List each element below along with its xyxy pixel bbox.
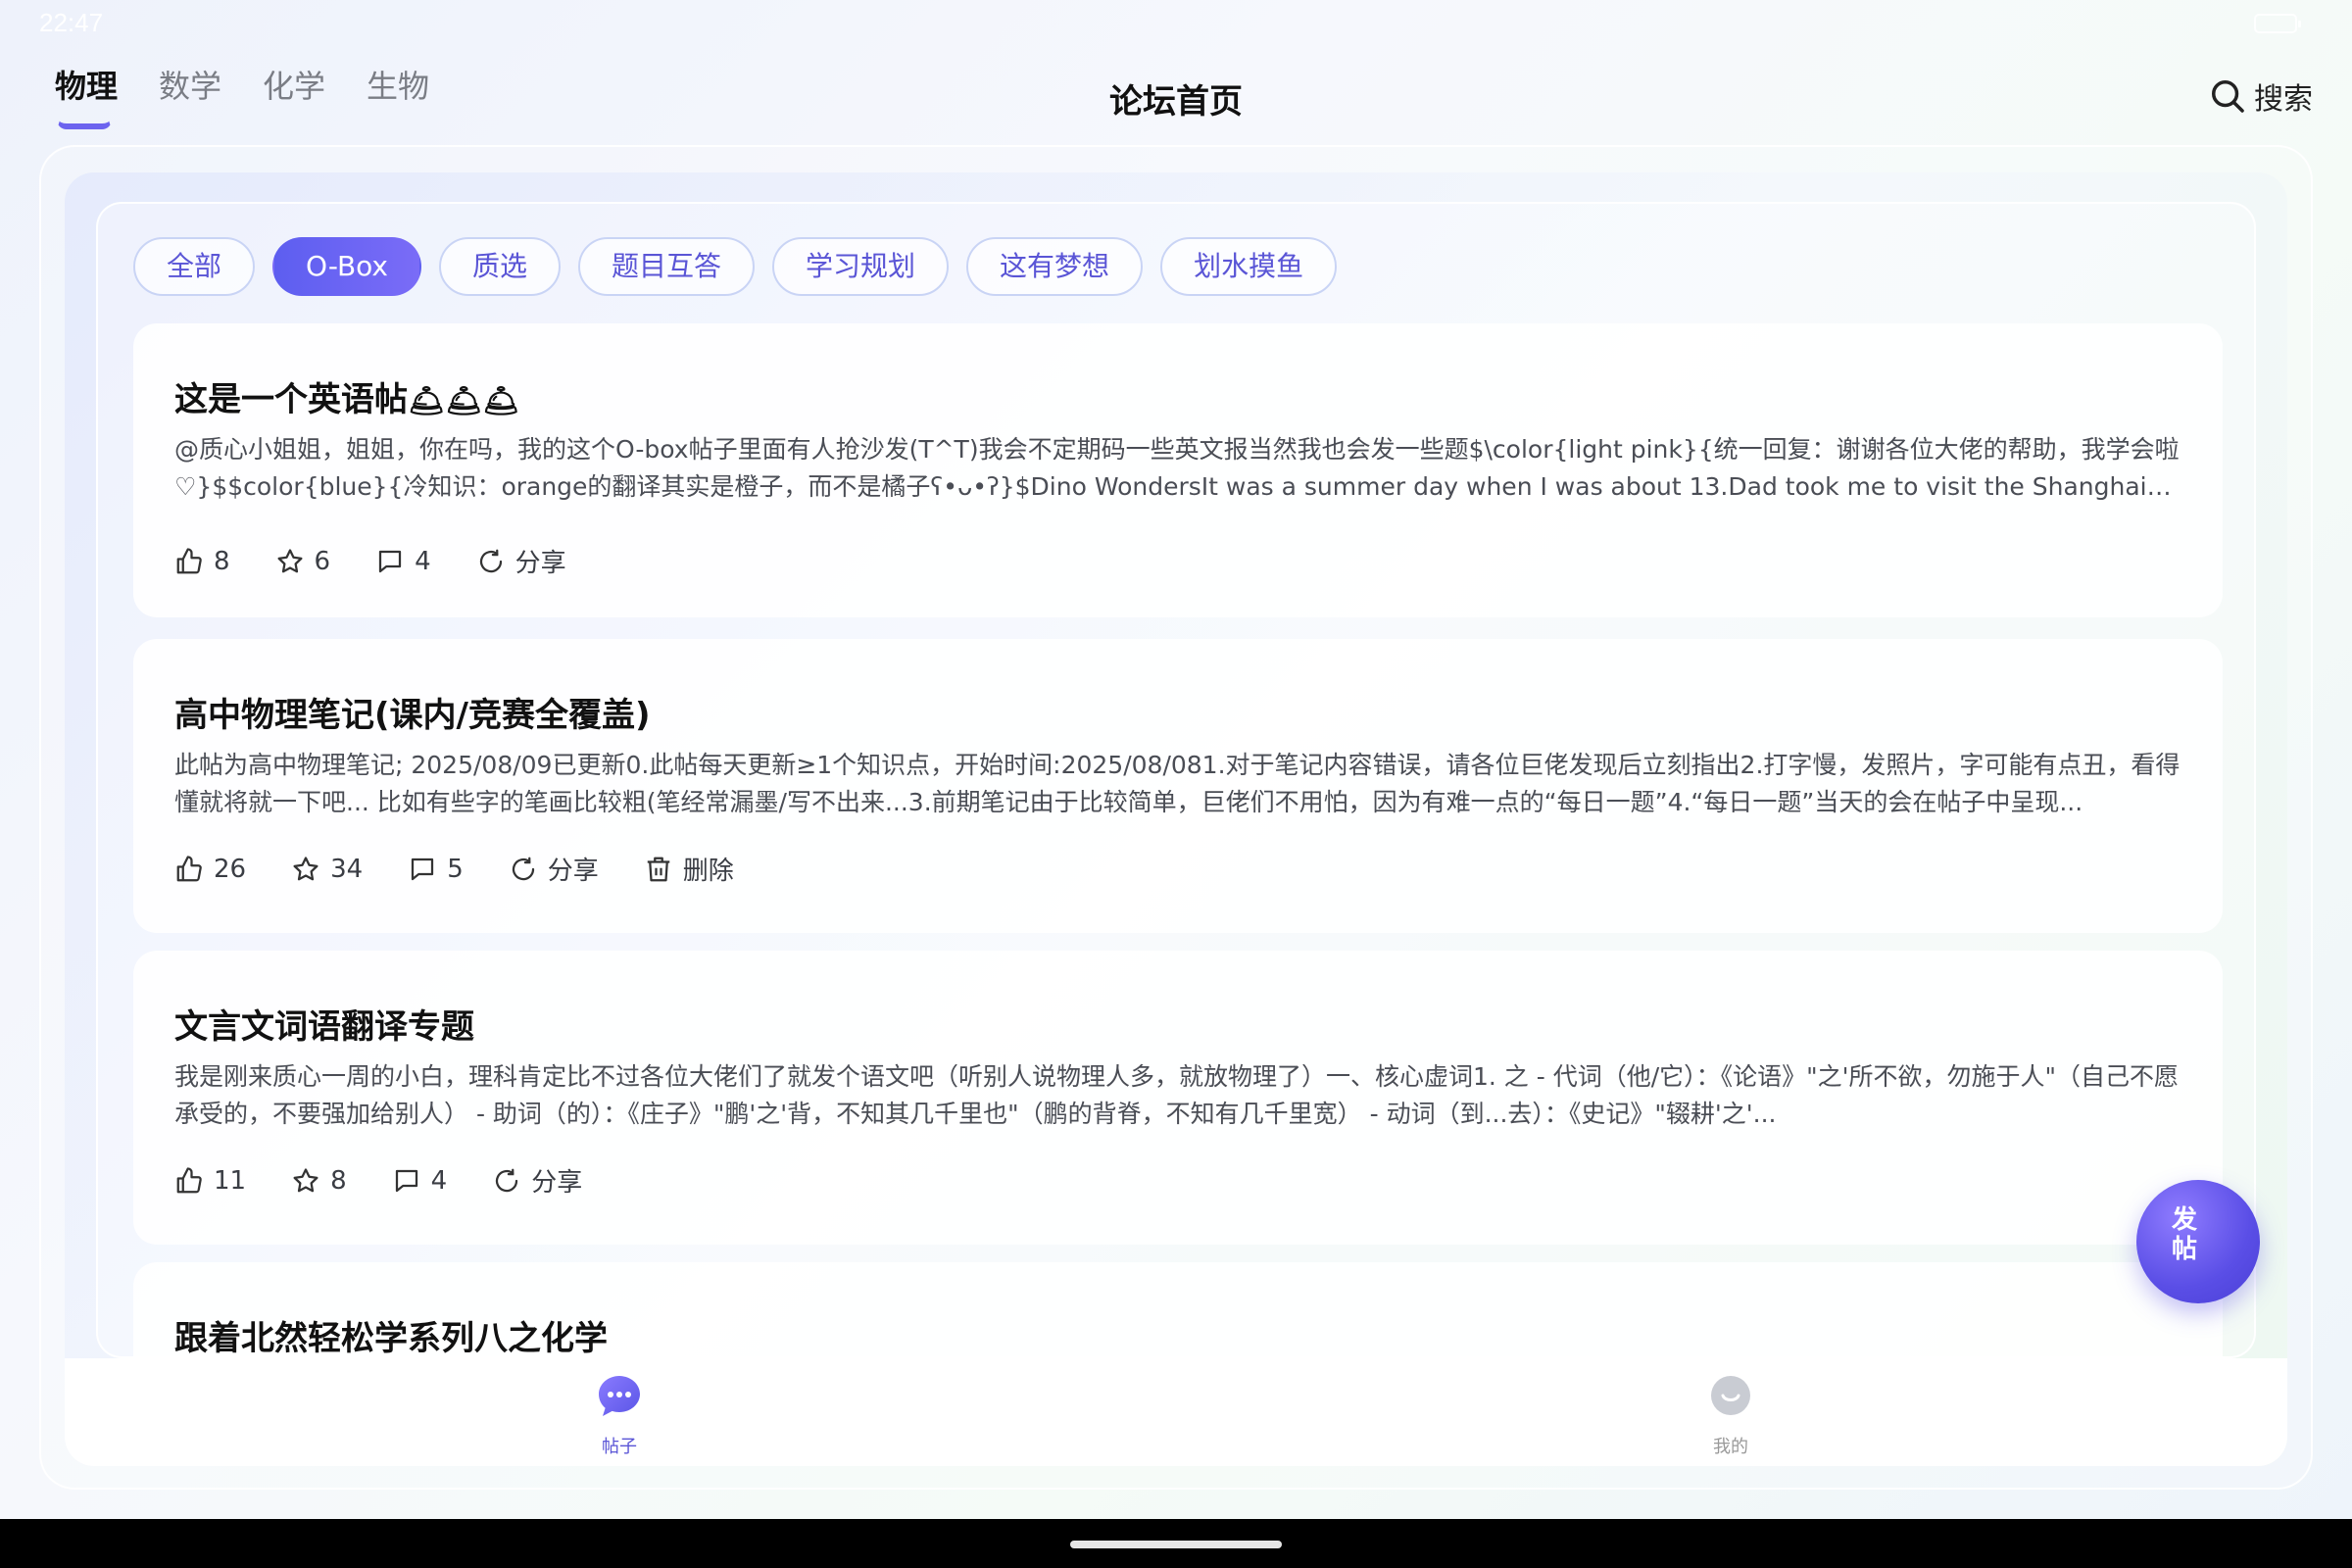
home-indicator[interactable]	[1070, 1541, 1282, 1548]
category-study-plan[interactable]: 学习规划	[772, 237, 950, 296]
share-button[interactable]: 分享	[509, 851, 599, 887]
comment-icon	[412, 858, 434, 880]
search-icon	[2212, 80, 2244, 113]
tab-label: 生物	[367, 68, 430, 105]
star-button[interactable]: 8	[291, 1166, 347, 1196]
category-dreams[interactable]: 这有梦想	[966, 237, 1144, 296]
subject-tabs: 物理 数学 化学 生物	[55, 67, 470, 129]
post-excerpt: 我是刚来质心一周的小白，理科肯定比不过各位大佬们了就发个语文吧（听别人说物理人多…	[174, 1062, 2180, 1128]
header: 物理 数学 化学 生物 论坛首页 搜索	[0, 49, 2352, 147]
nav-label: 我的	[1713, 1437, 1748, 1457]
post-title: 高中物理笔记(课内/竞赛全覆盖)	[174, 696, 651, 735]
tab-label: 数学	[159, 68, 222, 105]
post-title: 这是一个英语帖🛎🛎🛎	[174, 372, 519, 420]
like-button[interactable]: 11	[174, 1166, 246, 1196]
tab-label: 化学	[263, 68, 326, 105]
star-icon	[293, 1167, 318, 1192]
star-icon	[277, 548, 303, 572]
thumbs-up-icon	[176, 855, 202, 881]
share-label: 分享	[514, 549, 566, 578]
status-bar: 22:47	[0, 0, 2352, 49]
new-post-button[interactable]: 发帖	[2136, 1180, 2260, 1303]
tab-math[interactable]: 数学	[159, 67, 221, 125]
post-card[interactable]: 高中物理笔记(课内/竞赛全覆盖) 此帖为高中物理笔记; 2025/08/09已更…	[133, 639, 2223, 933]
like-button[interactable]: 8	[174, 547, 230, 576]
nav-mine[interactable]: 我的	[1672, 1372, 1789, 1458]
share-label: 分享	[531, 1168, 583, 1198]
category-pills: 全部 O-Box 质选 题目互答 学习规划 这有梦想 划水摸鱼	[133, 237, 1338, 296]
comment-icon	[378, 550, 402, 572]
delete-button[interactable]: 删除	[644, 851, 734, 887]
star-count: 8	[330, 1165, 347, 1196]
like-count: 11	[214, 1165, 247, 1196]
comment-icon	[395, 1169, 417, 1192]
like-count: 26	[214, 854, 247, 884]
post-card[interactable]: 跟着北然轻松学系列八之化学	[133, 1262, 2223, 1358]
category-obox[interactable]: O-Box	[272, 237, 421, 296]
share-label: 分享	[547, 857, 599, 886]
post-actions: 11 8 4 分享	[174, 1162, 627, 1199]
tab-biology[interactable]: 生物	[367, 67, 429, 125]
comment-button[interactable]: 5	[408, 855, 464, 884]
comment-button[interactable]: 4	[392, 1165, 448, 1196]
post-excerpt: 此帖为高中物理笔记; 2025/08/09已更新0.此帖每天更新≥1个知识点，开…	[174, 751, 2180, 816]
share-icon	[496, 1168, 518, 1192]
star-count: 6	[314, 546, 331, 576]
comment-count: 4	[430, 1165, 448, 1196]
comment-count: 4	[415, 546, 431, 576]
comment-button[interactable]: 4	[375, 547, 431, 576]
bell-emoji: 🛎🛎🛎	[408, 384, 520, 418]
active-tab-indicator	[57, 120, 112, 129]
post-title: 跟着北然轻松学系列八之化学	[174, 1319, 608, 1358]
post-card[interactable]: 文言文词语翻译专题 我是刚来质心一周的小白，理科肯定比不过各位大佬们了就发个语文…	[133, 951, 2223, 1245]
post-title: 文言文词语翻译专题	[174, 1007, 474, 1047]
post-card[interactable]: 这是一个英语帖🛎🛎🛎 @质心小姐姐，姐姐，你在吗，我的这个O-box帖子里面有人…	[133, 323, 2223, 617]
delete-label: 删除	[682, 857, 734, 886]
forum-panel: 全部 O-Box 质选 题目互答 学习规划 这有梦想 划水摸鱼 这是一个英语帖🛎…	[96, 202, 2256, 1358]
star-button[interactable]: 34	[291, 855, 363, 884]
post-title-text: 这是一个英语帖	[174, 380, 408, 419]
post-actions: 8 6 4 分享	[174, 543, 612, 579]
nav-posts[interactable]: 帖子	[561, 1372, 678, 1458]
status-time: 22:47	[39, 8, 104, 37]
star-button[interactable]: 6	[275, 546, 331, 576]
share-button[interactable]: 分享	[492, 1162, 582, 1199]
nav-label: 帖子	[602, 1437, 637, 1457]
post-actions: 26 34 5 分享 删除	[174, 851, 779, 887]
fab-label: 发帖	[2171, 1205, 2197, 1264]
category-qa[interactable]: 题目互答	[578, 237, 756, 296]
tab-chemistry[interactable]: 化学	[263, 67, 325, 125]
like-button[interactable]: 26	[174, 855, 246, 884]
comment-count: 5	[447, 854, 464, 884]
share-icon	[512, 857, 534, 880]
category-featured[interactable]: 质选	[439, 237, 562, 296]
share-button[interactable]: 分享	[476, 543, 566, 579]
tab-physics[interactable]: 物理	[55, 67, 119, 129]
battery-icon	[2254, 14, 2301, 33]
bottom-nav: 帖子 我的	[65, 1358, 2287, 1466]
post-excerpt: @质心小姐姐，姐姐，你在吗，我的这个O-box帖子里面有人抢沙发(T^T)我会不…	[174, 435, 2180, 501]
thumbs-up-icon	[176, 547, 202, 573]
system-nav-bar	[0, 1519, 2352, 1568]
trash-icon	[647, 857, 669, 881]
thumbs-up-icon	[176, 1166, 202, 1193]
category-chill[interactable]: 划水摸鱼	[1160, 237, 1338, 296]
star-count: 34	[330, 854, 364, 884]
category-all[interactable]: 全部	[133, 237, 256, 296]
chat-bubble-icon	[599, 1376, 640, 1416]
star-icon	[293, 856, 318, 880]
share-icon	[479, 549, 502, 572]
profile-icon	[1711, 1376, 1750, 1415]
tab-label: 物理	[55, 68, 119, 105]
like-count: 8	[214, 546, 230, 576]
search-button[interactable]: 搜索	[2209, 74, 2313, 118]
search-label: 搜索	[2254, 82, 2313, 117]
